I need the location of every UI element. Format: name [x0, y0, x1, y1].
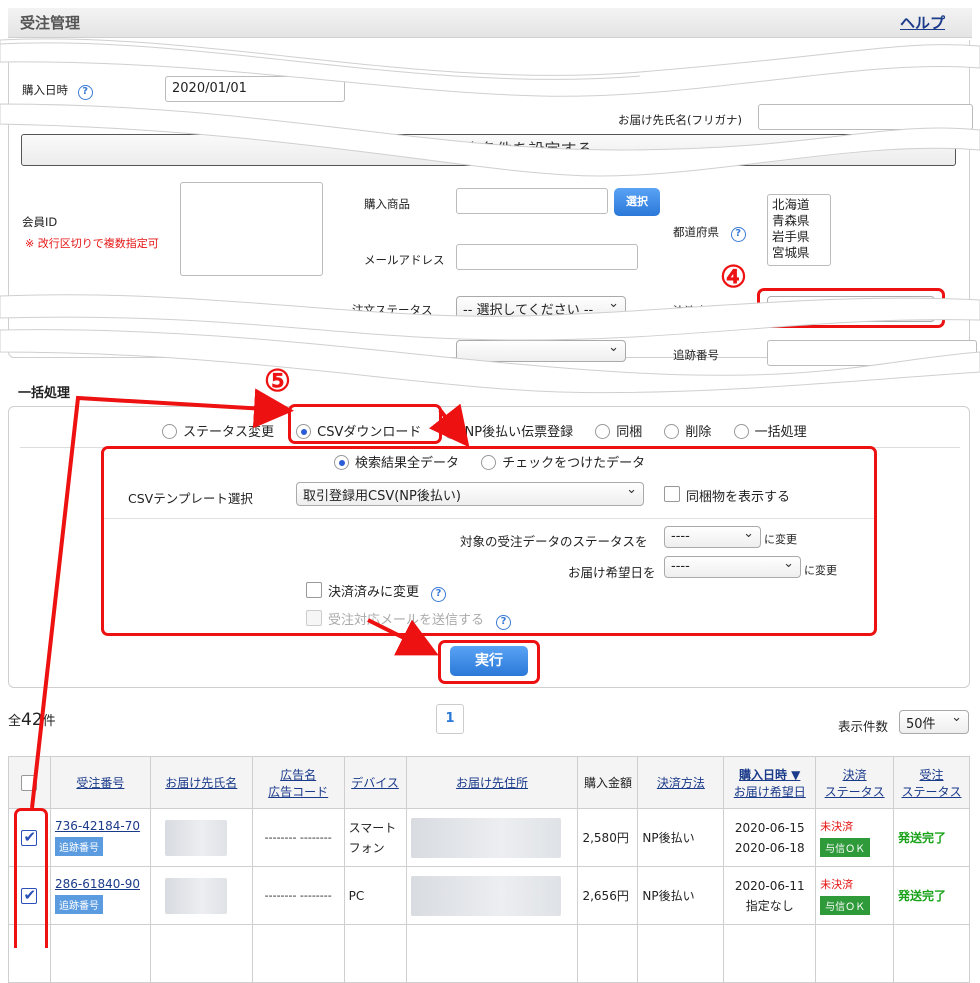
annotation-arrows	[30, 388, 470, 809]
